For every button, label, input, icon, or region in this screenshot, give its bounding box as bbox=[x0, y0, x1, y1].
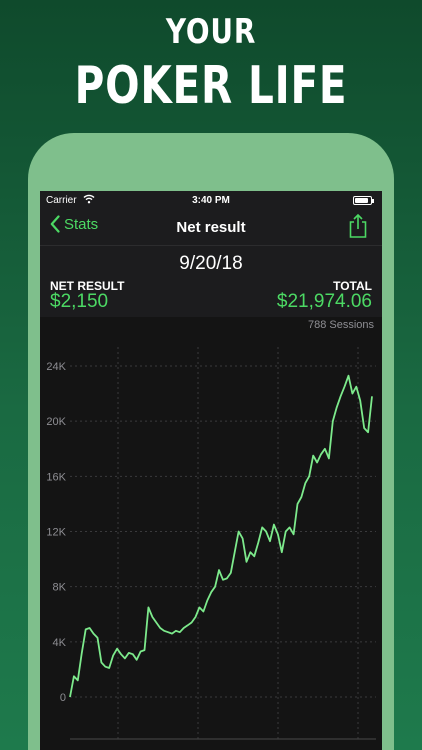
chart-svg: 0 4K 8K 12K 16K 20K 24K bbox=[46, 347, 376, 740]
y-tick-label: 4K bbox=[53, 637, 67, 649]
y-axis-ticks: 0 4K 8K 12K 16K 20K 24K bbox=[46, 361, 66, 704]
y-tick-label: 12K bbox=[46, 527, 66, 539]
total-value: $21,974.06 bbox=[276, 291, 372, 312]
share-button[interactable] bbox=[348, 213, 368, 244]
status-time: 3:40 PM bbox=[192, 195, 230, 206]
navigation-bar: Stats Net result bbox=[40, 209, 382, 245]
share-icon bbox=[349, 213, 367, 238]
y-tick-label: 24K bbox=[46, 361, 66, 373]
headline-line1: YOUR bbox=[165, 12, 257, 52]
net-result-line bbox=[69, 374, 373, 698]
nav-title: Net result bbox=[176, 219, 246, 236]
net-result-chart[interactable]: 788 Sessions 0 4K 8K 12K 16K 20K 24K bbox=[40, 317, 382, 750]
battery-icon bbox=[353, 196, 374, 205]
nav-divider bbox=[40, 245, 382, 246]
chart-grid bbox=[70, 347, 376, 739]
selected-date: 9/20/18 bbox=[179, 253, 243, 274]
net-result-value: $2,150 bbox=[50, 291, 109, 312]
y-tick-label: 16K bbox=[46, 471, 66, 483]
y-tick-label: 20K bbox=[46, 416, 66, 428]
phone-screen: Carrier 3:40 PM Stats Net result 9/20/18… bbox=[40, 191, 382, 750]
y-tick-label: 0 bbox=[60, 692, 66, 704]
status-bar: Carrier 3:40 PM bbox=[40, 191, 382, 209]
headline-line2: POKER LIFE bbox=[74, 56, 348, 116]
y-tick-label: 8K bbox=[53, 582, 67, 594]
